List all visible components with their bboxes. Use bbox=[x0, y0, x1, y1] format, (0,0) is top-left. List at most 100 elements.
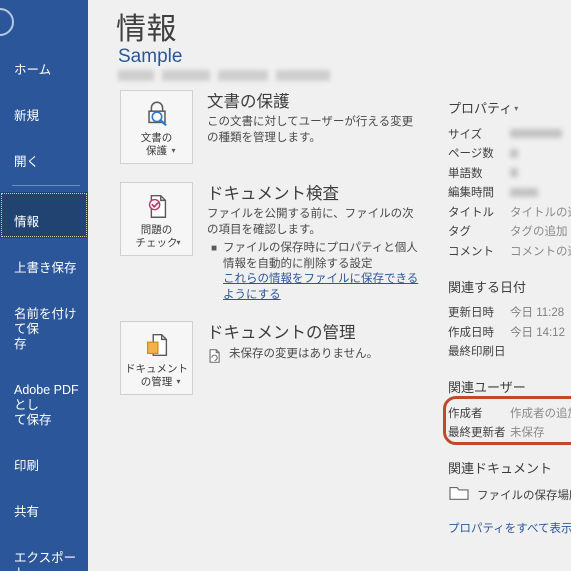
open-file-location-label: ファイルの保存場所を開く bbox=[477, 489, 571, 502]
sidebar-item-label: 名前を付けて保 存 bbox=[14, 307, 77, 351]
word-backstage-info-screen: ホーム 新規 開く 情報 上書き保存 名前を付けて保 存 Adobe PDF と… bbox=[0, 0, 571, 571]
sidebar-item-label: エクスポート bbox=[14, 551, 77, 571]
card-bullet-text: ファイルの保存時にプロパティと個人情報を自動的に削除する設定 bbox=[223, 242, 418, 270]
user-value-last-modified-by: 未保存 bbox=[510, 427, 545, 440]
card-bullet: ■ ファイルの保存時にプロパティと個人情報を自動的に削除する設定 bbox=[207, 241, 420, 272]
backstage-sidebar: ホーム 新規 開く 情報 上書き保存 名前を付けて保 存 Adobe PDF と… bbox=[0, 0, 88, 571]
date-key: 最終印刷日 bbox=[448, 346, 506, 359]
date-row-last-printed: 最終印刷日 bbox=[448, 342, 571, 362]
card-manage-body: ドキュメントの管理 未保存の変更はありません。 bbox=[207, 321, 420, 395]
document-path-redacted bbox=[118, 70, 348, 81]
chevron-down-icon[interactable]: ▾ bbox=[176, 377, 180, 386]
info-cards: 文書の 保護 ▾ 文書の保護 この文書に対してユーザーが行える変更の種類を管理し… bbox=[120, 90, 420, 413]
document-check-icon bbox=[142, 190, 172, 222]
sidebar-item-save-as[interactable]: 名前を付けて保 存 bbox=[0, 284, 88, 360]
sidebar-item-open[interactable]: 開く bbox=[0, 132, 88, 178]
sidebar-item-label: 印刷 bbox=[14, 459, 40, 473]
property-key: 単語数 bbox=[448, 167, 483, 180]
sidebar-nav: ホーム 新規 開く 情報 上書き保存 名前を付けて保 存 Adobe PDF と… bbox=[0, 40, 88, 571]
document-name[interactable]: Sample bbox=[118, 46, 182, 68]
property-row-size: サイズ bbox=[448, 124, 571, 144]
related-documents-heading: 関連ドキュメント bbox=[448, 461, 553, 476]
show-all-properties-link[interactable]: プロパティをすべて表示 bbox=[448, 520, 571, 536]
card-description: この文書に対してユーザーが行える変更の種類を管理します。 bbox=[207, 116, 414, 144]
chevron-down-icon[interactable]: ▾ bbox=[514, 104, 518, 113]
protect-document-button[interactable]: 文書の 保護 ▾ bbox=[120, 90, 193, 164]
check-for-issues-button[interactable]: 問題の チェック ▾ bbox=[120, 182, 193, 256]
property-row-title: タイトル タイトルの追加 bbox=[448, 202, 571, 222]
user-key: 作成者 bbox=[448, 407, 483, 420]
properties-pane: プロパティ▾ サイズ ページ数 単語数 編集時間 タイトル タイトルの追加 タグ… bbox=[448, 98, 571, 536]
sidebar-item-info[interactable]: 情報 bbox=[0, 192, 88, 238]
protect-document-button-label: 文書の 保護 bbox=[140, 132, 173, 157]
property-key: ページ数 bbox=[448, 148, 494, 161]
card-protect-document: 文書の 保護 ▾ 文書の保護 この文書に対してユーザーが行える変更の種類を管理し… bbox=[120, 90, 420, 164]
sidebar-divider bbox=[12, 185, 80, 186]
sidebar-item-label: 情報 bbox=[14, 215, 40, 229]
document-manage-icon bbox=[142, 329, 172, 361]
card-title: 文書の保護 bbox=[207, 93, 290, 111]
sidebar-item-share[interactable]: 共有 bbox=[0, 482, 88, 528]
sidebar-item-save-as-adobe-pdf[interactable]: Adobe PDF とし て保存 bbox=[0, 360, 88, 436]
property-value-redacted bbox=[510, 187, 538, 197]
card-description: ファイルを公開する前に、ファイルの次の項目を確認します。 bbox=[207, 208, 414, 236]
sidebar-item-new[interactable]: 新規 bbox=[0, 86, 88, 132]
related-users-heading: 関連ユーザー bbox=[448, 380, 526, 395]
property-row-pages: ページ数 bbox=[448, 144, 571, 164]
property-key: 編集時間 bbox=[448, 187, 494, 200]
properties-heading[interactable]: プロパティ ▾ bbox=[448, 98, 571, 117]
unsaved-changes-note: 未保存の変更はありません。 bbox=[207, 347, 420, 369]
sidebar-item-save[interactable]: 上書き保存 bbox=[0, 238, 88, 284]
card-protect-body: 文書の保護 この文書に対してユーザーが行える変更の種類を管理します。 bbox=[207, 90, 420, 164]
open-file-location-row[interactable]: ファイルの保存場所を開く bbox=[448, 484, 571, 505]
property-key: タグ bbox=[448, 226, 471, 239]
page-title: 情報 bbox=[116, 13, 177, 46]
sidebar-item-label: 共有 bbox=[14, 505, 40, 519]
property-value-redacted bbox=[510, 148, 518, 158]
chevron-down-icon[interactable]: ▾ bbox=[176, 238, 180, 247]
date-row-modified: 更新日時 今日 11:28 bbox=[448, 303, 571, 323]
sidebar-item-print[interactable]: 印刷 bbox=[0, 436, 88, 482]
sidebar-item-label: ホーム bbox=[14, 63, 52, 77]
sidebar-item-label: 新規 bbox=[14, 109, 40, 123]
property-row-edit-time: 編集時間 bbox=[448, 183, 571, 203]
properties-heading-label: プロパティ bbox=[448, 101, 513, 116]
enable-save-info-link[interactable]: これらの情報をファイルに保存できるようにする bbox=[223, 272, 420, 303]
date-value: 今日 14:12 bbox=[510, 326, 565, 339]
unsaved-document-icon bbox=[207, 348, 229, 369]
bullet-square-icon: ■ bbox=[211, 243, 218, 254]
property-key: コメント bbox=[448, 245, 494, 258]
user-row-author: 作成者 作成者の追加 bbox=[448, 403, 571, 423]
user-value-author[interactable]: 作成者の追加 bbox=[510, 405, 571, 421]
property-key: タイトル bbox=[448, 206, 494, 219]
property-value-comments[interactable]: コメントの追加 bbox=[510, 243, 571, 259]
property-row-comments: コメント コメントの追加 bbox=[448, 241, 571, 261]
card-inspect-document: 問題の チェック ▾ ドキュメント検査 ファイルを公開する前に、ファイルの次の項… bbox=[120, 182, 420, 303]
card-inspect-body: ドキュメント検査 ファイルを公開する前に、ファイルの次の項目を確認します。 ■ … bbox=[207, 182, 420, 303]
chevron-down-icon[interactable]: ▾ bbox=[171, 146, 175, 155]
card-title: ドキュメント検査 bbox=[207, 185, 339, 203]
sidebar-item-label: Adobe PDF とし て保存 bbox=[14, 383, 79, 427]
back-arrow-icon[interactable] bbox=[0, 8, 14, 36]
property-key: サイズ bbox=[448, 128, 483, 141]
date-row-created: 作成日時 今日 14:12 bbox=[448, 322, 571, 342]
manage-document-button[interactable]: ドキュメント の管理 ▾ bbox=[120, 321, 193, 395]
check-for-issues-button-label: 問題の チェック bbox=[135, 224, 178, 249]
date-key: 作成日時 bbox=[448, 326, 494, 339]
property-value-title[interactable]: タイトルの追加 bbox=[510, 204, 571, 220]
date-value: 今日 11:28 bbox=[510, 307, 565, 320]
sidebar-item-label: 上書き保存 bbox=[14, 261, 77, 275]
sidebar-item-label: 開く bbox=[14, 155, 40, 169]
property-row-tags: タグ タグの追加 bbox=[448, 222, 571, 242]
property-value-tags[interactable]: タグの追加 bbox=[510, 223, 568, 239]
card-title: ドキュメントの管理 bbox=[207, 324, 356, 342]
property-row-words: 単語数 bbox=[448, 163, 571, 183]
property-value-redacted bbox=[510, 168, 518, 178]
user-key: 最終更新者 bbox=[448, 427, 506, 440]
folder-icon bbox=[448, 484, 470, 505]
user-row-last-modified-by: 最終更新者 未保存 bbox=[448, 423, 571, 443]
related-dates-heading: 関連する日付 bbox=[448, 279, 527, 295]
unsaved-changes-text: 未保存の変更はありません。 bbox=[229, 348, 379, 360]
sidebar-item-home[interactable]: ホーム bbox=[0, 40, 88, 86]
sidebar-item-export[interactable]: エクスポート bbox=[0, 528, 88, 571]
